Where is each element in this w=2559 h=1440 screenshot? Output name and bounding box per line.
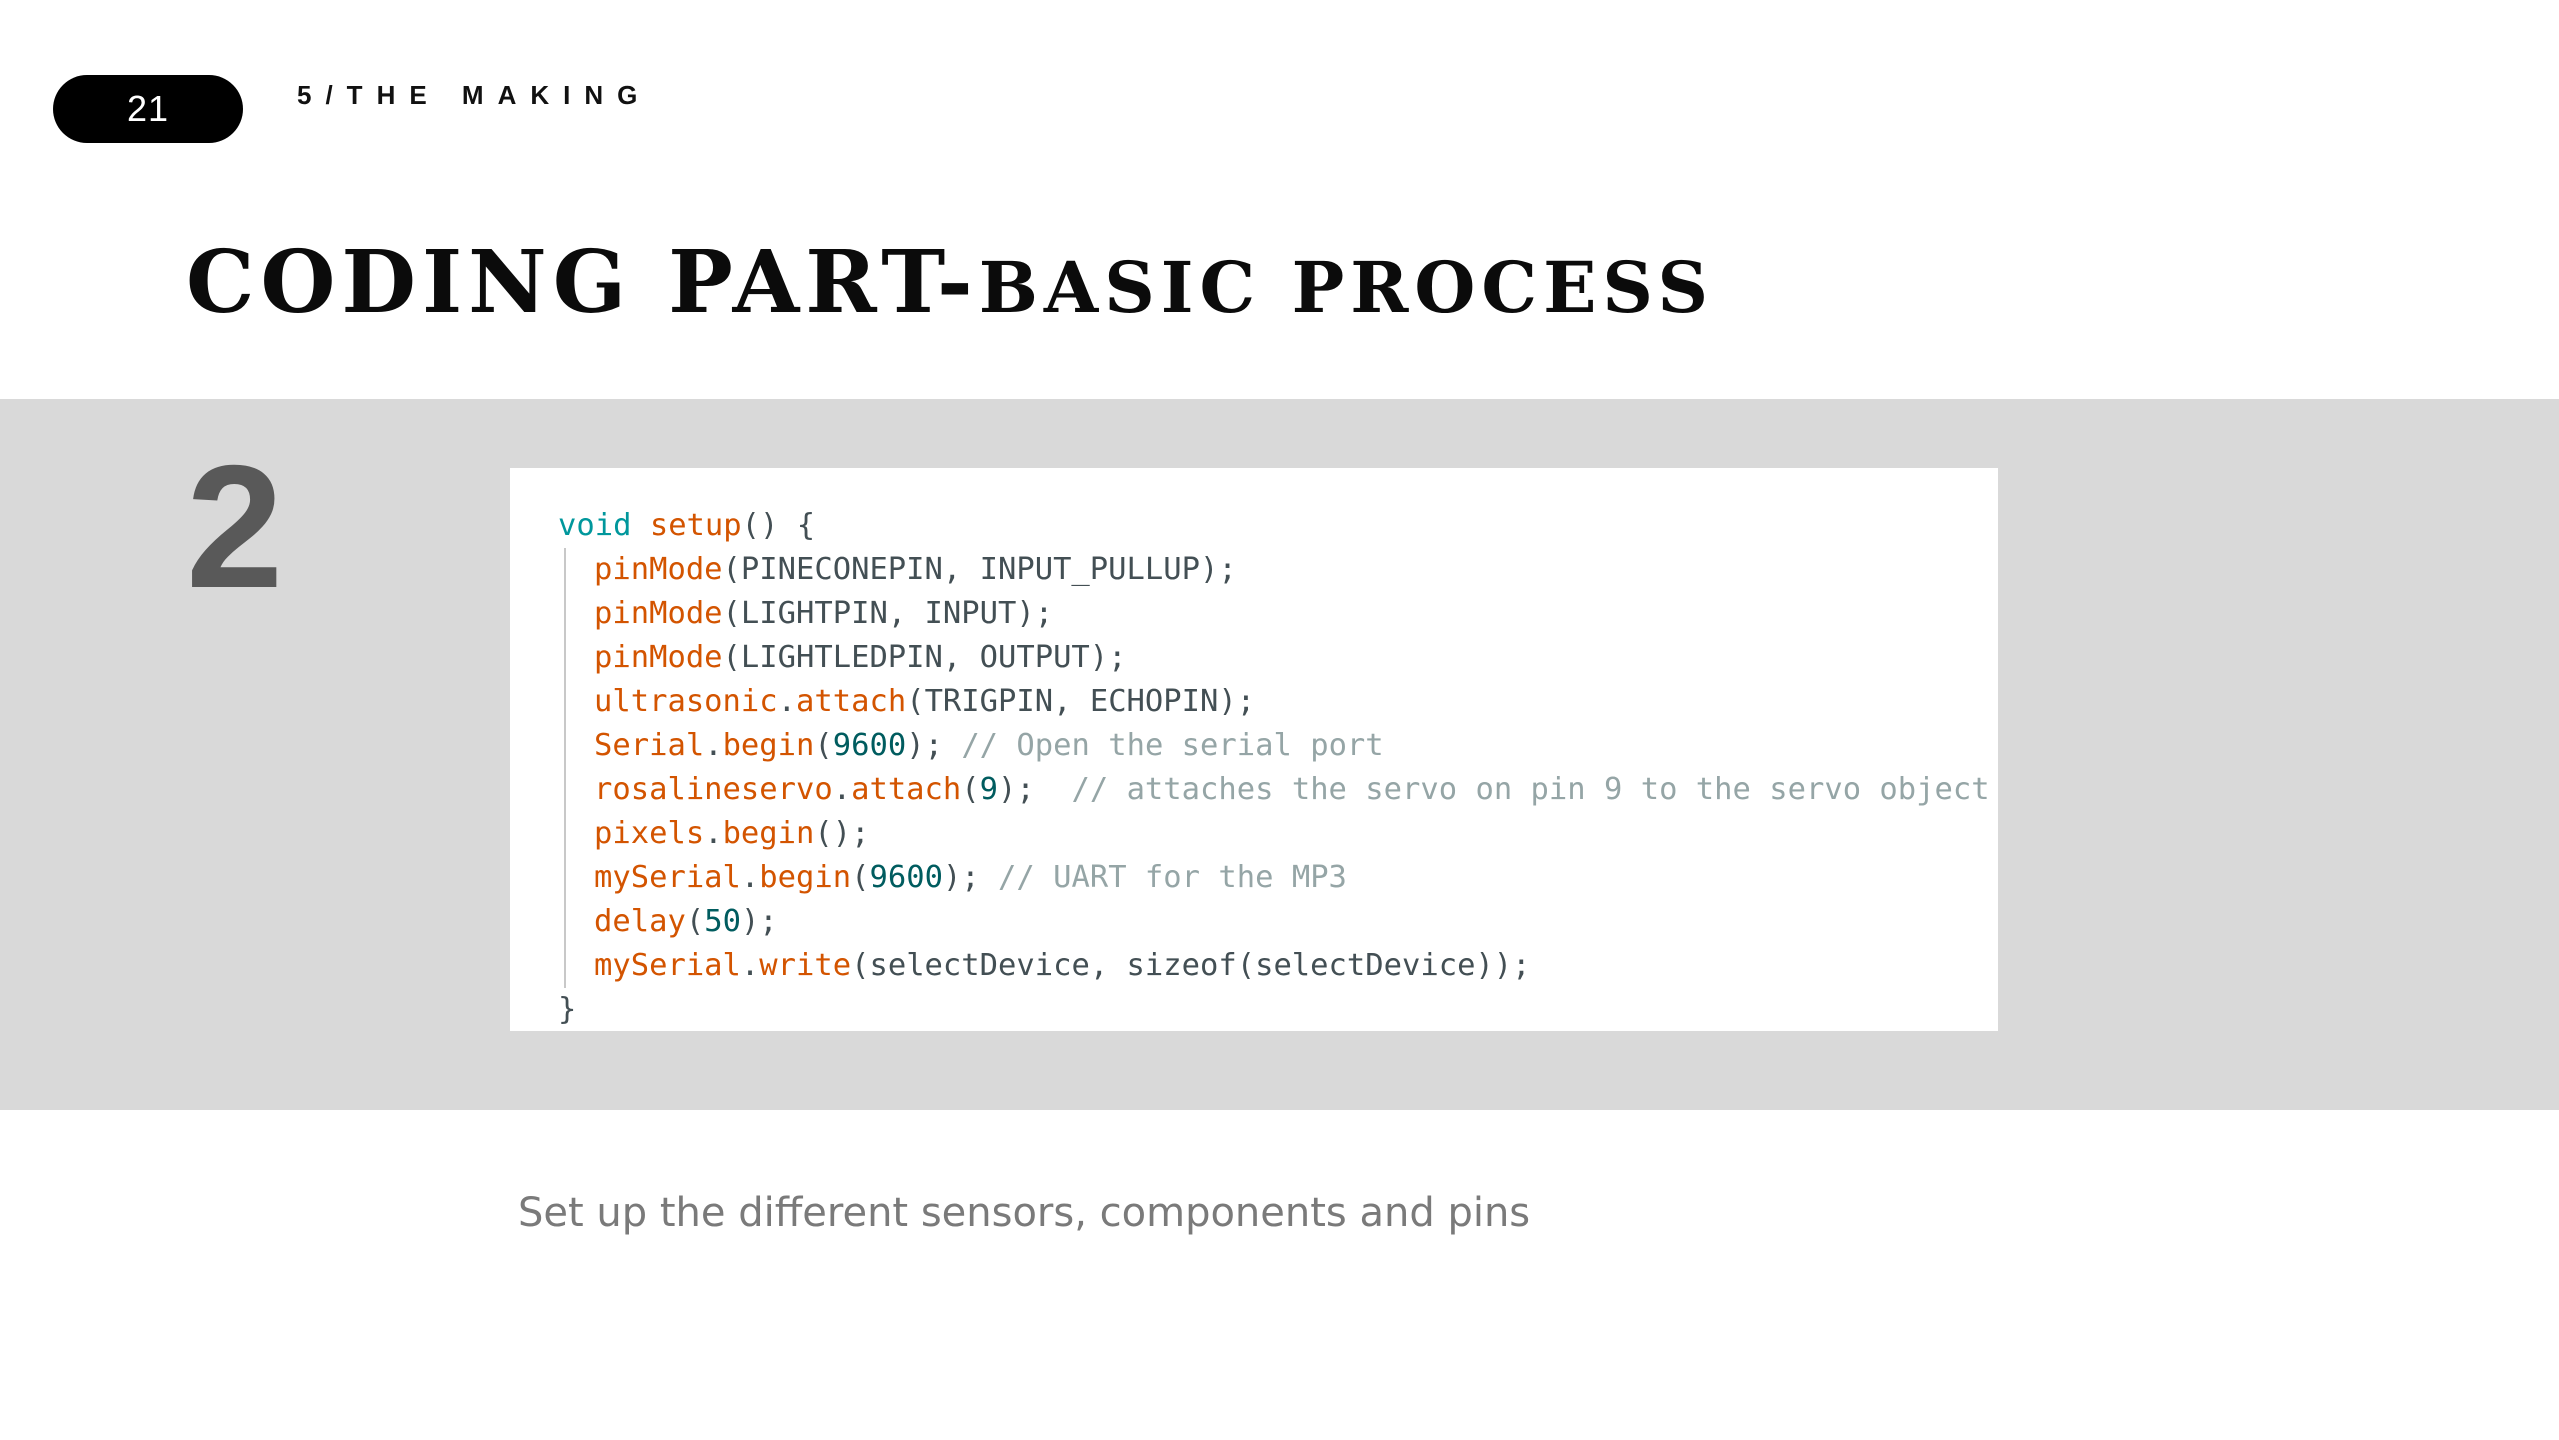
code-token: . bbox=[704, 728, 723, 763]
code-token: ultrasonic bbox=[594, 684, 778, 719]
code-line: pixels.begin(); bbox=[564, 812, 1998, 856]
code-token: mySerial bbox=[594, 948, 741, 983]
code-token: void bbox=[558, 508, 650, 543]
code-token: attach bbox=[851, 772, 962, 807]
code-token: // UART for the MP3 bbox=[998, 860, 1347, 895]
code-token: pinMode bbox=[594, 552, 723, 587]
code-token: (TRIGPIN, ECHOPIN); bbox=[906, 684, 1256, 719]
code-line: pinMode(LIGHTLEDPIN, OUTPUT); bbox=[564, 636, 1998, 680]
code-line: void setup() { bbox=[558, 504, 1998, 548]
code-token: } bbox=[558, 992, 577, 1027]
code-token: ); bbox=[998, 772, 1072, 807]
code-token: begin bbox=[759, 860, 852, 895]
code-token: rosalineservo bbox=[594, 772, 833, 807]
title-part-1: CODING PART- bbox=[186, 232, 979, 333]
code-token: 9600 bbox=[832, 728, 907, 763]
code-token: ( bbox=[961, 772, 980, 807]
code-token: 50 bbox=[704, 904, 741, 939]
code-token: ); bbox=[740, 904, 778, 939]
page-number: 21 bbox=[126, 88, 170, 129]
code-line: } bbox=[558, 988, 1998, 1032]
code-token: // attaches the servo on pin 9 to the se… bbox=[1071, 772, 1990, 807]
code-token: () { bbox=[741, 508, 816, 543]
code-token: (selectDevice, sizeof(selectDevice)); bbox=[851, 948, 1531, 983]
code-token: pinMode bbox=[594, 596, 723, 631]
code-token: begin bbox=[722, 728, 815, 763]
code-token: setup bbox=[649, 508, 742, 543]
code-line: mySerial.write(selectDevice, sizeof(sele… bbox=[564, 944, 1998, 988]
code-token: pinMode bbox=[594, 640, 723, 675]
code-line: pinMode(PINECONEPIN, INPUT_PULLUP); bbox=[564, 548, 1998, 592]
slide: 21 5/THE MAKING CODING PART-BASIC PROCES… bbox=[0, 0, 2559, 1440]
code-token: attach bbox=[796, 684, 907, 719]
code-line: rosalineservo.attach(9); // attaches the… bbox=[564, 768, 1998, 812]
code-line: Serial.begin(9600); // Open the serial p… bbox=[564, 724, 1998, 768]
code-token: delay bbox=[594, 904, 686, 939]
code-token: // Open the serial port bbox=[961, 728, 1384, 763]
code-line: pinMode(LIGHTPIN, INPUT); bbox=[564, 592, 1998, 636]
code-token: ( bbox=[685, 904, 705, 939]
code-token: . bbox=[777, 684, 797, 719]
code-line: ultrasonic.attach(TRIGPIN, ECHOPIN); bbox=[564, 680, 1998, 724]
code-token: write bbox=[759, 948, 852, 983]
code-screenshot: void setup() {pinMode(PINECONEPIN, INPUT… bbox=[510, 468, 1998, 1031]
code-token: Serial bbox=[594, 728, 705, 763]
code-token: ); bbox=[906, 728, 962, 763]
page-number-badge: 21 bbox=[53, 75, 243, 143]
step-caption: Set up the different sensors, components… bbox=[518, 1190, 1531, 1236]
code-token: . bbox=[740, 860, 760, 895]
code-token: (PINECONEPIN, INPUT_PULLUP); bbox=[722, 552, 1237, 587]
section-label: 5/THE MAKING bbox=[297, 80, 652, 110]
code-line: delay(50); bbox=[564, 900, 1998, 944]
step-number: 2 bbox=[186, 430, 284, 625]
code-token: ( bbox=[814, 728, 833, 763]
code-token: . bbox=[740, 948, 760, 983]
title-part-2: BASIC PROCESS bbox=[978, 246, 1714, 329]
code-token: . bbox=[704, 816, 723, 851]
code-token: ); bbox=[942, 860, 999, 895]
code-token: begin bbox=[722, 816, 815, 851]
code-token: 9600 bbox=[869, 860, 943, 895]
code-token: mySerial bbox=[594, 860, 741, 895]
code-line: mySerial.begin(9600); // UART for the MP… bbox=[564, 856, 1998, 900]
code-token: (LIGHTPIN, INPUT); bbox=[722, 596, 1054, 631]
code-token: (LIGHTLEDPIN, OUTPUT); bbox=[722, 640, 1127, 675]
code-token: 9 bbox=[979, 772, 999, 807]
slide-title: CODING PART-BASIC PROCESS bbox=[186, 240, 1714, 326]
code-token: pixels bbox=[594, 816, 705, 851]
code-token: ( bbox=[851, 860, 870, 895]
code-token: (); bbox=[814, 816, 870, 851]
code-token: . bbox=[832, 772, 852, 807]
